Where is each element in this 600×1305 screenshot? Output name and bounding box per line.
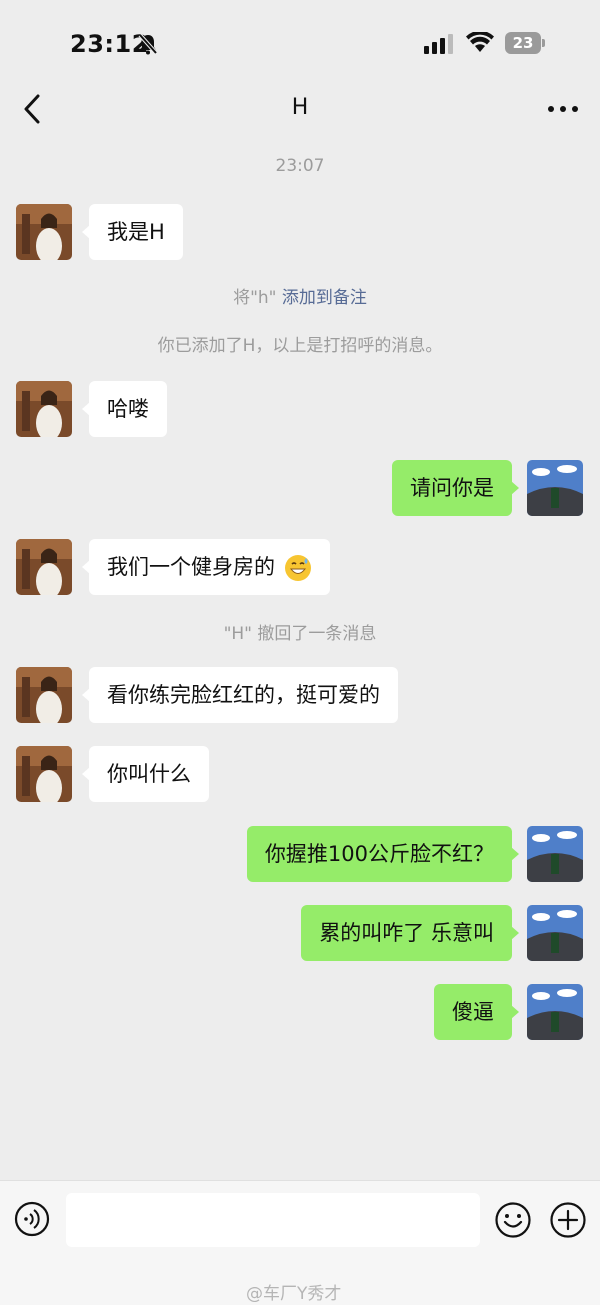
message-bubble-incoming[interactable]: 我是H bbox=[82, 204, 183, 260]
remark-notice: 将"h" 添加到备注 bbox=[0, 283, 600, 308]
remark-prefix: 将"h" bbox=[233, 288, 277, 308]
my-avatar[interactable] bbox=[527, 826, 583, 882]
bell-muted-icon bbox=[138, 33, 158, 55]
more-options-icon[interactable] bbox=[546, 92, 580, 126]
input-bar: @车厂Y秀才 bbox=[0, 1180, 600, 1305]
battery-indicator: 23 bbox=[505, 32, 541, 54]
weibo-watermark: @车厂Y秀才 bbox=[246, 1284, 342, 1304]
message-bubble-outgoing[interactable]: 傻逼 bbox=[434, 984, 519, 1040]
message-text: 我们一个健身房的 bbox=[107, 555, 275, 579]
voice-input-icon[interactable] bbox=[14, 1201, 50, 1237]
message-bubble-outgoing[interactable]: 累的叫咋了 乐意叫 bbox=[301, 905, 519, 961]
contact-avatar[interactable] bbox=[16, 667, 72, 723]
message-input[interactable] bbox=[66, 1193, 480, 1247]
battery-cap bbox=[542, 39, 545, 47]
chat-title: H bbox=[291, 95, 309, 120]
my-avatar[interactable] bbox=[527, 905, 583, 961]
emoji-picker-icon[interactable] bbox=[494, 1201, 532, 1239]
grinning-sweat-emoji-icon bbox=[284, 555, 311, 581]
message-bubble-incoming[interactable]: 看你练完脸红红的，挺可爱的 bbox=[82, 667, 398, 723]
recall-notice: "H" 撤回了一条消息 bbox=[223, 624, 377, 644]
message-bubble-incoming[interactable]: 我们一个健身房的 bbox=[82, 539, 330, 595]
message-bubble-incoming[interactable]: 你叫什么 bbox=[82, 746, 209, 802]
more-functions-plus-icon[interactable] bbox=[549, 1201, 587, 1239]
cellular-signal-icon bbox=[424, 34, 453, 54]
message-bubble-outgoing[interactable]: 你握推100公斤脸不红？ bbox=[246, 826, 520, 882]
status-bar: 23:12 23 bbox=[0, 0, 600, 88]
contact-avatar[interactable] bbox=[16, 539, 72, 595]
my-avatar[interactable] bbox=[527, 460, 583, 516]
contact-avatar[interactable] bbox=[16, 381, 72, 437]
my-avatar[interactable] bbox=[527, 984, 583, 1040]
chat-header: H bbox=[0, 88, 600, 130]
contact-avatar[interactable] bbox=[16, 204, 72, 260]
message-bubble-incoming[interactable]: 哈喽 bbox=[82, 381, 167, 437]
contact-avatar[interactable] bbox=[16, 746, 72, 802]
wifi-icon bbox=[466, 32, 494, 52]
message-timestamp: 23:07 bbox=[275, 156, 325, 176]
message-bubble-outgoing[interactable]: 请问你是 bbox=[392, 460, 519, 516]
add-remark-link[interactable]: 添加到备注 bbox=[282, 288, 367, 308]
added-contact-notice: 你已添加了H，以上是打招呼的消息。 bbox=[157, 336, 443, 356]
